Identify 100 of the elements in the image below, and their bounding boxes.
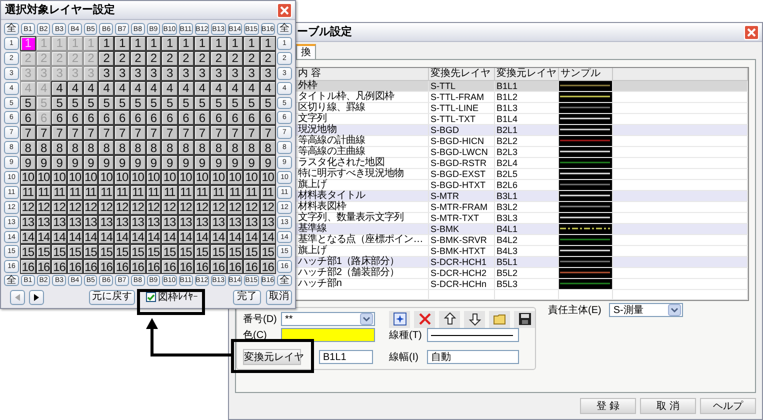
layer-cell[interactable]: 16 [146, 259, 162, 274]
layer-cell[interactable]: 1 [114, 36, 130, 51]
table-row[interactable]: 外枠 S-TTL B1L1 [296, 80, 748, 91]
layer-cell[interactable]: 4 [161, 80, 178, 96]
layer-cell[interactable]: 3 [114, 66, 130, 81]
layer-cell[interactable]: 8 [98, 140, 114, 156]
table-row[interactable]: 基準となる点（座標ポイン… S-BMK-SRVR B4L2 [296, 234, 748, 245]
layer-cell[interactable]: 7 [114, 125, 130, 140]
layer-cell[interactable]: 8 [146, 140, 162, 156]
table-row[interactable]: 旗上げ S-BGD-HTXT B2L6 [296, 179, 748, 190]
layer-cell[interactable]: 12 [161, 200, 178, 215]
close-button[interactable] [744, 24, 759, 40]
layer-cell[interactable]: 1 [178, 36, 194, 51]
layer-cell[interactable]: 15 [178, 244, 194, 260]
layer-cell[interactable]: 7 [210, 125, 227, 140]
line-type-field[interactable] [427, 328, 519, 342]
layer-cell[interactable]: 7 [36, 125, 52, 140]
layer-cell[interactable]: 10 [161, 170, 178, 185]
layer-cell[interactable]: 2 [243, 50, 260, 66]
table-row[interactable]: 材料表タイトル S-MTR B3L1 [296, 190, 748, 201]
layer-cell[interactable]: 9 [226, 155, 244, 170]
layer-cell[interactable]: 9 [243, 155, 260, 170]
layer-cell[interactable]: 7 [130, 125, 146, 140]
layer-cell[interactable]: 5 [51, 96, 68, 110]
layer-cell[interactable]: 2 [114, 50, 130, 66]
layer-cell[interactable]: 16 [67, 259, 83, 274]
column-header[interactable]: 内 容 [296, 68, 428, 80]
layer-cell[interactable]: 10 [114, 170, 130, 185]
layer-cell[interactable]: 12 [67, 200, 83, 215]
layer-cell[interactable]: 15 [98, 244, 114, 260]
layer-cell[interactable]: 6 [178, 110, 194, 126]
layer-cell[interactable]: 8 [51, 140, 68, 156]
layer-cell[interactable]: 12 [114, 200, 130, 215]
layer-cell[interactable]: 10 [226, 170, 244, 185]
layer-cell[interactable]: 11 [114, 184, 130, 200]
table-row[interactable]: ハッチ部n S-DCR-HCHn B5L3 [296, 278, 748, 289]
layer-cell[interactable]: 13 [98, 214, 114, 230]
layer-cell[interactable]: 8 [178, 140, 194, 156]
layer-cell[interactable]: 9 [82, 155, 98, 170]
register-button[interactable]: 登 録 [580, 398, 636, 414]
layer-cell[interactable]: 6 [243, 110, 260, 126]
layer-cell[interactable]: 16 [36, 259, 52, 274]
column-header[interactable]: サンプル [558, 68, 612, 80]
layer-cell[interactable]: 10 [82, 170, 98, 185]
layer-cell[interactable]: 6 [161, 110, 178, 126]
layer-cell[interactable]: 16 [226, 259, 244, 274]
layer-cell[interactable]: 2 [98, 50, 114, 66]
layer-cell[interactable]: 16 [210, 259, 227, 274]
layer-cell[interactable]: 8 [130, 140, 146, 156]
layer-cell[interactable]: 7 [51, 125, 68, 140]
layer-cell[interactable]: 13 [51, 214, 68, 230]
layer-cell[interactable]: 7 [82, 125, 98, 140]
layer-cell[interactable]: 13 [114, 214, 130, 230]
layer-cell[interactable]: 1 [194, 36, 210, 51]
layer-cell[interactable]: 4 [114, 80, 130, 96]
layer-cell[interactable]: 16 [194, 259, 210, 274]
layer-cell[interactable]: 4 [98, 80, 114, 96]
layer-cell[interactable]: 10 [51, 170, 68, 185]
layer-cell[interactable]: 3 [161, 66, 178, 81]
layer-cell[interactable]: 6 [98, 110, 114, 126]
layer-cell[interactable]: 1 [130, 36, 146, 51]
layer-cell[interactable]: 8 [243, 140, 260, 156]
layer-cell[interactable]: 14 [161, 230, 178, 244]
layer-cell[interactable]: 15 [146, 244, 162, 260]
frame-layer-checkbox[interactable]: 図枠ﾚｲﾔｰ [146, 290, 198, 305]
layer-cell[interactable]: 8 [67, 140, 83, 156]
layer-cell[interactable]: 11 [67, 184, 83, 200]
table-row[interactable]: 材料表図枠 S-MTR-FRAM B3L2 [296, 201, 748, 212]
layer-cell[interactable]: 8 [114, 140, 130, 156]
layer-cell[interactable]: 6 [194, 110, 210, 126]
layer-cell[interactable]: 5 [67, 96, 83, 110]
layer-cell[interactable]: 13 [67, 214, 83, 230]
move-up-button[interactable] [439, 310, 460, 328]
layer-cell[interactable]: 6 [114, 110, 130, 126]
layer-cell[interactable]: 11 [161, 184, 178, 200]
layer-cell[interactable]: 10 [36, 170, 52, 185]
layer-cell[interactable]: 16 [114, 259, 130, 274]
cancel-button[interactable]: 取 消 [640, 398, 696, 414]
layer-cell[interactable]: 11 [210, 184, 227, 200]
layer-cell[interactable]: 13 [20, 214, 36, 230]
layer-cell[interactable]: 10 [98, 170, 114, 185]
layer-cell[interactable]: 1 [98, 36, 114, 51]
layer-cell[interactable]: 9 [194, 155, 210, 170]
open-button[interactable] [489, 310, 510, 328]
layer-cell[interactable]: 12 [20, 200, 36, 215]
layer-cell[interactable]: 9 [178, 155, 194, 170]
layer-cell[interactable]: 14 [67, 230, 83, 244]
layer-cell[interactable]: 15 [51, 244, 68, 260]
layer-cell[interactable]: 9 [51, 155, 68, 170]
close-button[interactable] [277, 2, 292, 18]
layer-cell[interactable]: 10 [260, 170, 276, 185]
layer-cell[interactable]: 6 [210, 110, 227, 126]
layer-cell[interactable]: 12 [51, 200, 68, 215]
layer-cell[interactable]: 16 [161, 259, 178, 274]
layer-cell[interactable]: 11 [98, 184, 114, 200]
layer-cell[interactable]: 14 [210, 230, 227, 244]
layer-cell[interactable]: 11 [243, 184, 260, 200]
layer-cell[interactable]: 7 [243, 125, 260, 140]
layer-cell[interactable]: 10 [194, 170, 210, 185]
table-row[interactable]: 旗上げ S-BMK-HTXT B4L3 [296, 245, 748, 256]
